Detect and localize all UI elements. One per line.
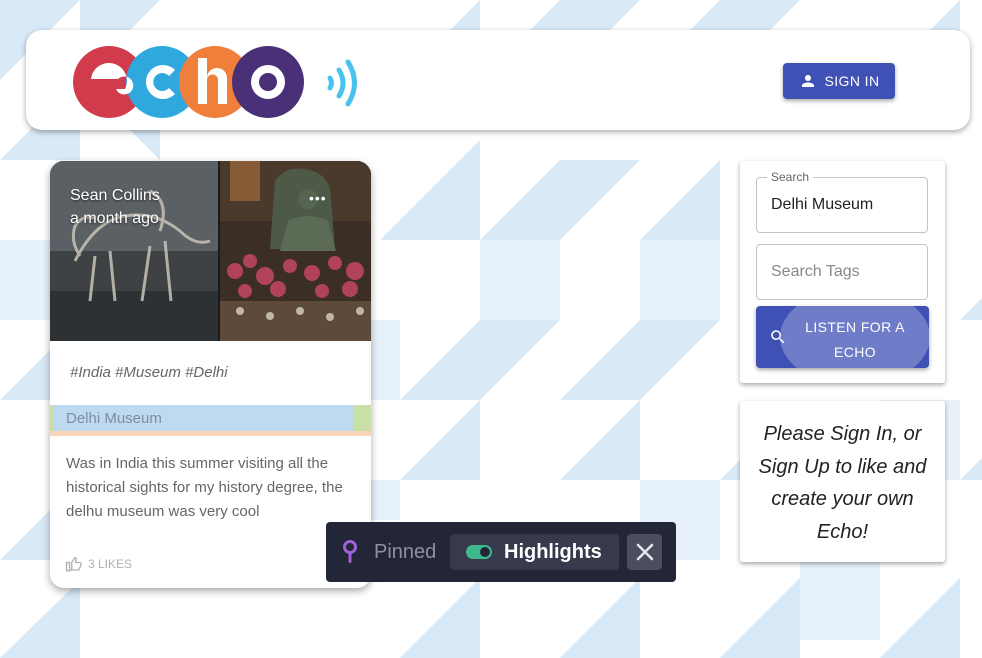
person-icon [801, 75, 814, 87]
sign-in-prompt-card: Please Sign In, or Sign Up to like and c… [740, 401, 945, 562]
listen-for-echo-button[interactable]: LISTEN FOR A ECHO [756, 306, 929, 368]
echo-author-meta: Sean Collins a month ago [70, 184, 160, 230]
search-tags-field[interactable] [756, 244, 928, 300]
echo-tags: #India #Museum #Delhi [70, 364, 228, 381]
more-horizontal-icon[interactable]: ••• [309, 190, 327, 206]
toggle-switch[interactable] [466, 545, 492, 559]
search-label: Search [767, 170, 814, 184]
pin-toolbar: Pinned Highlights [326, 522, 676, 582]
echo-logo[interactable] [72, 40, 372, 124]
echo-location: Delhi Museum [66, 410, 162, 427]
echo-description: Was in India this summer visiting all th… [66, 455, 343, 520]
close-button[interactable] [627, 534, 662, 570]
listen-label: LISTEN FOR A ECHO [805, 319, 905, 360]
thumb-up-icon [65, 556, 82, 572]
search-tags-input[interactable] [771, 261, 919, 283]
like-button[interactable]: 3 LIKES [64, 555, 132, 573]
echo-card[interactable]: Sean Collins a month ago ••• #India #Mus… [50, 161, 371, 588]
close-icon [636, 543, 654, 561]
search-icon [771, 330, 785, 344]
search-field[interactable]: Search [756, 170, 928, 233]
likes-count: 3 LIKES [88, 557, 133, 571]
highlights-label: Highlights [504, 541, 602, 563]
sign-in-prompt: Please Sign In, or Sign Up to like and c… [758, 423, 927, 543]
echo-photos[interactable]: Sean Collins a month ago ••• [50, 161, 371, 341]
echo-author: Sean Collins [70, 187, 160, 204]
sound-wave-icon [327, 59, 357, 107]
sign-in-button[interactable]: SIGN IN [783, 63, 895, 99]
search-panel: Search LISTEN FOR A ECHO [740, 161, 945, 383]
echo-location-bar: Delhi Museum [50, 405, 371, 436]
pinned-label: Pinned [374, 541, 437, 563]
toggle-knob [480, 547, 490, 557]
echo-timestamp: a month ago [70, 210, 159, 227]
app-header: SIGN IN [26, 30, 970, 130]
highlights-toggle[interactable]: Highlights [450, 534, 619, 570]
sign-in-label: SIGN IN [824, 73, 880, 89]
search-input[interactable] [771, 194, 919, 216]
pin-icon[interactable] [341, 540, 359, 564]
